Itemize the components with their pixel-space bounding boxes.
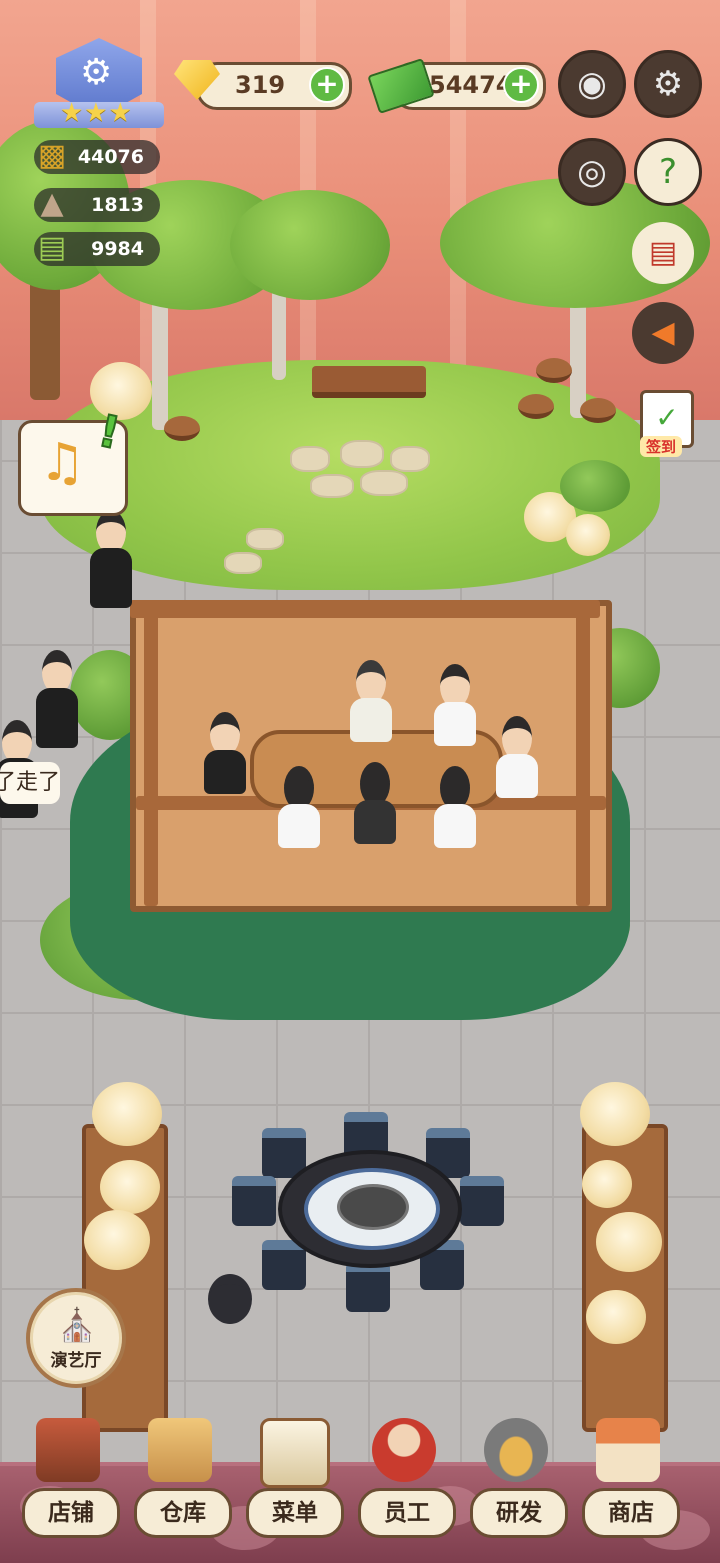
view-button[interactable]: ◎ [558, 138, 626, 206]
gold-ingot-icon: ▩ [37, 138, 67, 173]
gear-icon: ⚙ [652, 64, 684, 104]
lantern [92, 1082, 162, 1146]
settings-button[interactable]: ⚙ [634, 50, 702, 118]
shop-stall-icon [596, 1418, 660, 1482]
guide-book-button[interactable]: ? [634, 138, 702, 206]
add-cash-button[interactable]: + [503, 67, 539, 103]
recipe-book-icon: ▤ [37, 230, 67, 265]
research-wok-icon [484, 1418, 548, 1482]
menu-clipboard-icon [260, 1418, 330, 1488]
stepping-stone [360, 470, 408, 496]
camera-icon: ◉ [577, 64, 607, 104]
lantern [586, 1290, 646, 1344]
cash-amount: 54474 [429, 71, 513, 99]
gem-amount: 319 [235, 71, 286, 99]
gem-counter[interactable]: 319 + [196, 62, 352, 110]
garden-stool [518, 394, 554, 419]
service-bell-alert[interactable]: ♫ ! [18, 404, 128, 516]
hotpot-round-table[interactable] [278, 1150, 462, 1268]
eye-icon: ◎ [577, 152, 607, 192]
garden-stool [536, 358, 572, 383]
npc-speech-bubble: 了走了 [0, 762, 60, 804]
stepping-stone [246, 528, 284, 550]
notebook-icon: ▤ [648, 235, 678, 270]
rating-stars: ★★★ [60, 98, 133, 128]
stepping-stone [390, 446, 430, 472]
nav-warehouse[interactable]: 仓库 [130, 1418, 232, 1538]
book-question-icon: ? [658, 152, 678, 192]
daily-check-in-button[interactable]: ✓ 签到 [634, 390, 694, 458]
performance-hall-button[interactable]: ⛪ 演艺厅 [26, 1288, 126, 1388]
hotpot-icon [337, 1184, 409, 1230]
stat-dishes: ▲ 1813 [34, 186, 160, 222]
stepping-stone [310, 474, 354, 498]
theater-icon: ⛪ [57, 1306, 97, 1344]
storefront-icon [36, 1418, 100, 1482]
chair [460, 1176, 504, 1226]
stepping-stone [290, 446, 330, 472]
announcement-button[interactable]: ◀ [632, 302, 694, 364]
notebook-button[interactable]: ▤ [632, 222, 694, 284]
nav-staff[interactable]: 员工 [354, 1418, 456, 1538]
bush [560, 460, 630, 512]
lantern [84, 1210, 150, 1270]
garden-lantern [566, 514, 610, 556]
chair [346, 1262, 390, 1312]
chef-whisk-icon: ⚙ [80, 52, 113, 93]
add-gems-button[interactable]: + [309, 67, 345, 103]
megaphone-icon: ◀ [651, 315, 675, 350]
lantern [582, 1160, 632, 1208]
camera-button[interactable]: ◉ [558, 50, 626, 118]
bell-icon: ♫ [39, 433, 86, 493]
lantern [596, 1212, 662, 1272]
staff-icon [372, 1418, 436, 1482]
stepping-stone [224, 552, 262, 574]
nav-research[interactable]: 研发 [466, 1418, 568, 1538]
garden-bench[interactable] [312, 366, 426, 398]
lantern [580, 1082, 650, 1146]
nav-shop[interactable]: 商店 [578, 1418, 680, 1538]
garden-stool [580, 398, 616, 423]
cloche-dish-icon: ▲ [40, 186, 64, 221]
stepping-stone [340, 440, 384, 468]
chair [232, 1176, 276, 1226]
stat-recipes: ▤ 9984 [34, 230, 160, 266]
lantern [100, 1160, 160, 1214]
warehouse-boxes-icon [148, 1418, 212, 1482]
nav-menu[interactable]: 菜单 [242, 1418, 344, 1538]
garden-stool [164, 416, 200, 441]
stat-gold: ▩ 44076 [34, 138, 160, 174]
nav-store[interactable]: 店铺 [18, 1418, 120, 1538]
restaurant-level-badge[interactable]: ⚙ ★★★ [34, 38, 164, 130]
side-stool [208, 1274, 252, 1324]
